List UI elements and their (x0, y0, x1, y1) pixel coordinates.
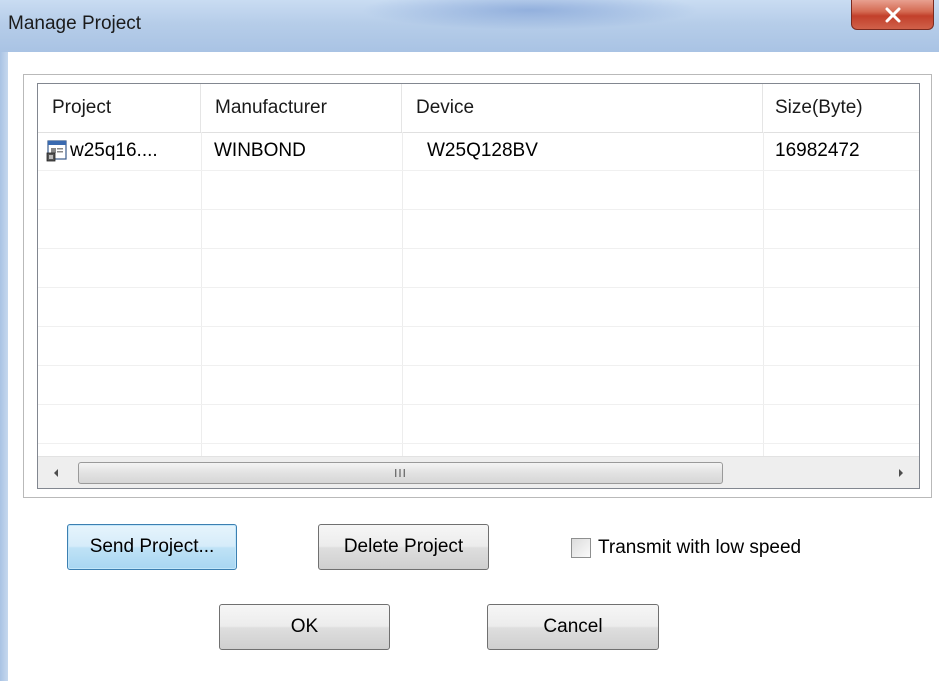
scrollbar-thumb[interactable]: III (78, 462, 723, 484)
list-item (38, 366, 919, 405)
list-item (38, 171, 919, 210)
list-item (38, 249, 919, 288)
project-list[interactable]: Project Manufacturer Device Size(Byte) w… (37, 83, 920, 489)
transmit-low-speed-checkbox[interactable] (571, 538, 591, 558)
column-header-manufacturer[interactable]: Manufacturer (201, 84, 402, 132)
project-name: w25q16.... (70, 140, 158, 161)
project-file-icon (46, 140, 67, 162)
list-item (38, 405, 919, 444)
window-frame-left (0, 52, 8, 681)
column-header-device[interactable]: Device (402, 84, 763, 132)
scroll-left-button[interactable] (38, 457, 74, 488)
scroll-right-button[interactable] (883, 457, 919, 488)
cell-project: w25q16.... (38, 132, 201, 170)
list-rows: w25q16.... WINBOND W25Q128BV 16982472 (38, 132, 919, 444)
cancel-button[interactable]: Cancel (487, 604, 659, 650)
column-header-project[interactable]: Project (38, 84, 201, 132)
window-title: Manage Project (8, 13, 142, 34)
scroll-grip: III (394, 466, 407, 480)
table-row[interactable]: w25q16.... WINBOND W25Q128BV 16982472 (38, 132, 919, 171)
close-button[interactable] (851, 0, 934, 30)
list-item (38, 210, 919, 249)
column-header-size[interactable]: Size(Byte) (763, 84, 919, 132)
scroll-right-icon (899, 469, 903, 477)
close-icon (885, 7, 900, 22)
send-project-button[interactable]: Send Project... (67, 524, 237, 570)
list-item (38, 327, 919, 366)
cell-size: 16982472 (775, 140, 860, 161)
transmit-low-speed-option[interactable]: Transmit with low speed (571, 533, 801, 563)
scroll-left-icon (54, 469, 58, 477)
title-glow (360, 0, 700, 30)
title-bar[interactable]: Manage Project (0, 0, 939, 52)
list-header: Project Manufacturer Device Size(Byte) (38, 84, 919, 133)
transmit-low-speed-label: Transmit with low speed (598, 537, 802, 558)
ok-button[interactable]: OK (219, 604, 390, 650)
horizontal-scrollbar[interactable]: III (38, 456, 919, 488)
cell-device: W25Q128BV (427, 140, 538, 161)
delete-project-button[interactable]: Delete Project (318, 524, 489, 570)
list-item (38, 288, 919, 327)
cell-manufacturer: WINBOND (214, 140, 306, 161)
